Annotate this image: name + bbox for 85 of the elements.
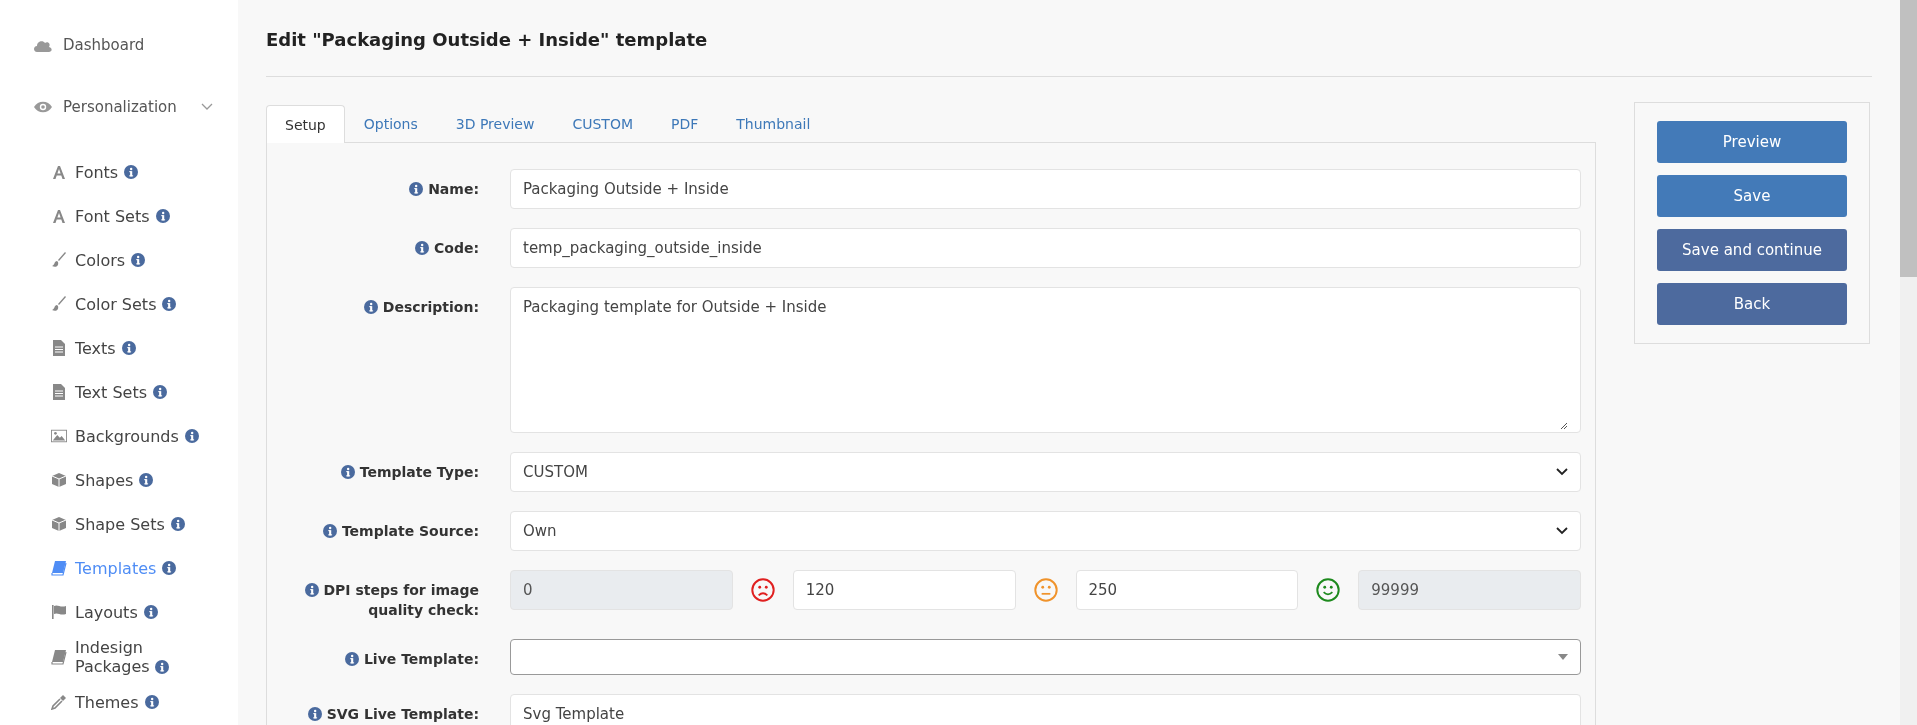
field-label: Template Source: (341, 523, 479, 539)
caret-icon (1558, 654, 1568, 660)
input-field[interactable]: 250 (1075, 570, 1299, 610)
tab[interactable]: Setup (266, 105, 345, 143)
info-icon (340, 465, 355, 479)
input-field[interactable]: 120 (792, 570, 1016, 610)
info-icon (363, 300, 378, 314)
sidebar-item[interactable]: Layouts (0, 594, 238, 630)
image-icon (51, 428, 67, 444)
sidebar-item[interactable]: Indesign Packages (0, 638, 238, 676)
info-icon (304, 583, 319, 597)
info-icon (323, 524, 338, 538)
neutral-face-icon (1033, 578, 1058, 602)
chevron-down-icon (1556, 527, 1568, 535)
eyedropper-icon (51, 694, 67, 710)
input-field[interactable]: Svg Template (510, 694, 1581, 725)
info-icon (139, 473, 154, 487)
field-label: Code: (434, 240, 479, 256)
info-icon (124, 165, 139, 179)
field-label: Live Template: (363, 651, 479, 667)
input-field[interactable]: temp_packaging_outside_inside (510, 228, 1581, 268)
sidebar-item[interactable]: Dashboard (0, 30, 238, 60)
info-icon (170, 517, 185, 531)
info-icon (153, 385, 168, 399)
field-label: Template Type: (359, 464, 479, 480)
book-icon (51, 560, 67, 576)
tab[interactable]: CUSTOM (553, 105, 652, 142)
sidebar-item[interactable]: Fonts (0, 154, 238, 190)
sidebar-item[interactable]: Shape Sets (0, 506, 238, 542)
info-icon (415, 241, 430, 255)
select-field[interactable]: CUSTOM (510, 452, 1581, 492)
flag-icon (51, 604, 67, 620)
sidebar-item[interactable]: Backgrounds (0, 418, 238, 454)
textarea-field[interactable]: Packaging template for Outside + Inside (510, 287, 1581, 433)
sidebar-item[interactable]: Themes (0, 684, 238, 720)
field-label: Name: (428, 181, 479, 197)
select-field[interactable]: Own (510, 511, 1581, 551)
info-icon (143, 605, 158, 619)
tab[interactable]: Thumbnail (717, 105, 830, 142)
sidebar-item[interactable]: Shapes (0, 462, 238, 498)
info-icon (131, 253, 146, 267)
primary-button[interactable]: Save (1657, 175, 1847, 217)
book-icon (51, 649, 67, 665)
smile-face-icon (1316, 578, 1341, 602)
tab[interactable]: PDF (652, 105, 718, 142)
font-icon (51, 164, 67, 180)
info-icon (162, 297, 177, 311)
info-icon (162, 561, 177, 575)
frown-face-icon (750, 578, 775, 602)
sidebar-item[interactable]: Colors (0, 242, 238, 278)
font-icon (51, 208, 67, 224)
sidebar-item[interactable]: Text Sets (0, 374, 238, 410)
sidebar-item[interactable]: Personalization (0, 92, 238, 122)
field-label: SVG Live Template: (326, 706, 479, 722)
info-icon (184, 429, 199, 443)
chevron-down-icon (1556, 468, 1568, 476)
secondary-button[interactable]: Save and continue (1657, 229, 1847, 271)
primary-button[interactable]: Preview (1657, 121, 1847, 163)
brush-icon (51, 296, 67, 312)
sidebar-item[interactable]: Color Sets (0, 286, 238, 322)
scrollbar-thumb[interactable] (1900, 0, 1917, 277)
info-icon (409, 182, 424, 196)
resize-grip-icon (1560, 422, 1568, 430)
select-field[interactable] (510, 639, 1581, 675)
info-icon (154, 660, 169, 674)
document-icon (51, 340, 67, 356)
field-label: DPI steps for image quality check: (323, 582, 479, 618)
info-icon (155, 209, 170, 223)
page-title: Edit "Packaging Outside + Inside" template (266, 29, 709, 50)
info-icon (345, 652, 360, 666)
brush-icon (51, 252, 67, 268)
secondary-button[interactable]: Back (1657, 283, 1847, 325)
sidebar-item[interactable]: Texts (0, 330, 238, 366)
cube-icon (51, 516, 67, 532)
eye-icon (33, 99, 53, 115)
input-field[interactable]: Packaging Outside + Inside (510, 169, 1581, 209)
info-icon (307, 707, 322, 721)
tab[interactable]: 3D Preview (436, 105, 554, 142)
document-icon (51, 384, 67, 400)
info-icon (121, 341, 136, 355)
cube-icon (51, 472, 67, 488)
info-icon (144, 695, 159, 709)
sidebar-item[interactable]: Font Sets (0, 198, 238, 234)
tab[interactable]: Options (344, 105, 437, 142)
field-label: Description: (382, 299, 479, 315)
